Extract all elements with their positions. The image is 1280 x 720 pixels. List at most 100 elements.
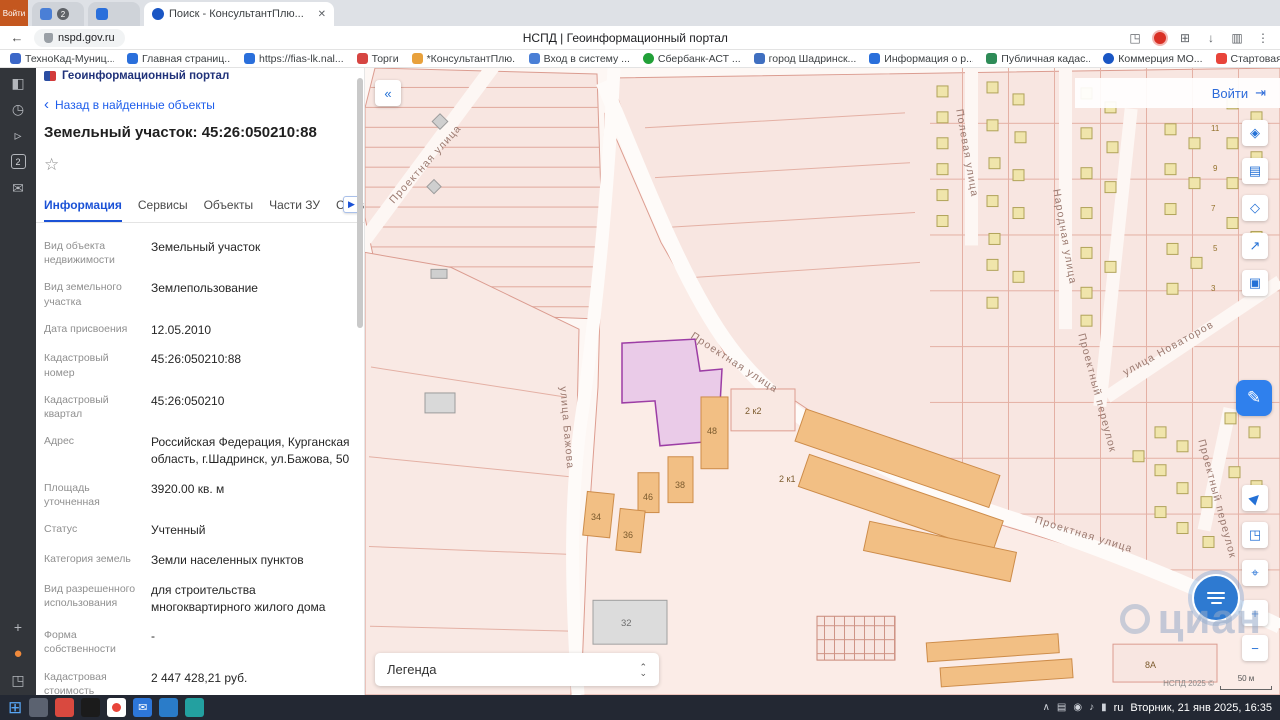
taskbar-app-icon[interactable]	[159, 698, 179, 717]
field-row: Кадастровая стоимость 2 447 428,21 руб.	[44, 670, 248, 695]
tray-volume-icon[interactable]: ♪	[1089, 702, 1094, 713]
tab-title: Поиск - КонсультантПлю...	[169, 8, 304, 20]
bookmark-item[interactable]: Информация о р...	[869, 53, 973, 65]
main-area: ◧ ◷ ▹ 2 ✉ + ● ◳ Геоинформационный портал…	[0, 68, 1280, 695]
bookmark-item[interactable]: Стартовая стран...	[1215, 53, 1280, 65]
browser-tab-active[interactable]: Поиск - КонсультантПлю... ✕	[144, 2, 334, 26]
login-button[interactable]: Войти	[1212, 86, 1248, 101]
field-row: Площадь уточненная 3920.00 кв. м	[44, 481, 225, 508]
house-number: 3	[1211, 284, 1216, 293]
taskbar-app-icon[interactable]	[55, 698, 75, 717]
taskbar-app-icon[interactable]: ✉	[133, 698, 153, 717]
ruler-icon[interactable]: ▤	[1242, 158, 1268, 184]
bookmark-favicon	[127, 53, 138, 64]
parcel-title: Земельный участок: 45:26:050210:88	[44, 124, 317, 141]
back-to-results-link[interactable]: ‹ Назад в найденные объекты	[44, 97, 356, 112]
profile-avatar[interactable]	[1152, 29, 1168, 46]
side-panel-icon[interactable]: ▥	[1228, 31, 1246, 45]
locate-icon[interactable]: ⌖	[1242, 560, 1268, 586]
bookmark-item[interactable]: Вход в систему ...	[528, 53, 630, 65]
taskbar-app-icon[interactable]	[29, 698, 49, 717]
panel-tabs: Информация Сервисы Объекты Части ЗУ Сост…	[36, 191, 364, 223]
mail-icon[interactable]: ✉	[12, 181, 24, 195]
add-icon[interactable]: +	[14, 620, 22, 634]
map-login-bar: Войти ⇥	[1075, 78, 1280, 108]
bookmark-favicon	[1215, 53, 1227, 64]
clock[interactable]: Вторник, 21 янв 2025, 16:35	[1130, 702, 1272, 714]
frame-select-icon[interactable]: ◳	[1242, 522, 1268, 548]
bookmark-favicon	[642, 53, 654, 64]
bookmark-favicon	[244, 53, 255, 64]
tab-favicon	[40, 8, 52, 20]
history-icon[interactable]: ◷	[12, 102, 24, 116]
panel-scrollbar[interactable]	[357, 78, 363, 328]
house-number: 2 к1	[779, 474, 796, 484]
house-number: 48	[707, 426, 718, 436]
browser-tab-2[interactable]	[88, 2, 140, 26]
taskbar-app-icon[interactable]	[81, 698, 101, 717]
map-canvas[interactable]: Проектная улица улица Бажова Проектная у…	[365, 68, 1280, 695]
browser-side-rail: ◧ ◷ ▹ 2 ✉ + ● ◳	[0, 68, 36, 695]
bookmark-item[interactable]: ТехноКад-Муниц...	[10, 53, 114, 65]
arrow-icon: ▶	[1245, 488, 1264, 507]
bookmark-item[interactable]: *КонсультантПлю...	[411, 53, 516, 65]
bookmark-item[interactable]: Сбербанк-АСТ ...	[642, 53, 741, 65]
house-number: 7	[1211, 204, 1216, 213]
tab-information[interactable]: Информация	[44, 191, 122, 222]
address-pill[interactable]: nspd.gov.ru	[34, 28, 125, 47]
extensions-icon[interactable]: ◳	[1126, 31, 1144, 45]
bookmarks-bar: ТехноКад-Муниц... Главная страниц... htt…	[0, 50, 1280, 68]
bookmark-item[interactable]: город Шадринск...	[753, 53, 856, 65]
back-icon[interactable]: ←	[8, 30, 26, 45]
system-tray: ∧ ▤ ◉ ♪ ▮ ru Вторник, 21 янв 2025, 16:35	[1043, 702, 1272, 714]
apps-grid-icon[interactable]: ⊞	[1176, 31, 1194, 45]
start-button-icon[interactable]: ⊞	[8, 699, 22, 716]
language-indicator[interactable]: ru	[1114, 702, 1124, 714]
bookmark-favicon	[986, 53, 998, 64]
draw-tool-icon[interactable]: ✎	[1236, 380, 1272, 416]
panel-toggle-icon[interactable]: ◧	[11, 76, 24, 90]
house-number: 8А	[1145, 660, 1157, 670]
favorite-star-icon[interactable]: ☆	[44, 155, 356, 175]
collapse-panel-icon[interactable]: «	[375, 80, 401, 106]
alice-icon[interactable]: ●	[13, 646, 22, 661]
counter-badge[interactable]: 2	[10, 154, 26, 169]
bookmark-item[interactable]: Коммерция МО...	[1103, 53, 1203, 65]
parcel-info-panel: Геоинформационный портал ‹ Назад в найде…	[36, 68, 365, 695]
field-row: Кадастровый номер 45:26:050210:88	[44, 352, 242, 379]
taskbar-app-icon[interactable]	[185, 698, 205, 717]
site-security-icon[interactable]	[44, 32, 53, 43]
tab-services[interactable]: Сервисы	[138, 191, 188, 222]
bookmark-item[interactable]: Главная страниц...	[127, 53, 231, 65]
legend-bar[interactable]: Легенда ⌃ ⌄	[375, 653, 659, 686]
tab-objects[interactable]: Объекты	[204, 191, 254, 222]
browser-profile-login[interactable]: Войти	[0, 0, 28, 26]
play-icon[interactable]: ▹	[14, 128, 21, 142]
browser-tab-strip: Войти 2 Поиск - КонсультантПлю... ✕	[0, 0, 1280, 26]
login-arrow-icon: ⇥	[1255, 85, 1266, 100]
tray-icon[interactable]: ▤	[1057, 702, 1066, 713]
print-icon[interactable]: ▣	[1242, 270, 1268, 296]
share-icon[interactable]: ↗	[1242, 233, 1268, 259]
taskbar-app-icon[interactable]	[107, 698, 127, 717]
browser-tab-1[interactable]: 2	[32, 2, 84, 26]
navigate-icon[interactable]: ▶	[1242, 485, 1268, 511]
measure-area-icon[interactable]: ◇	[1242, 195, 1268, 221]
map-copyright: НСПД 2025 ©	[1163, 679, 1214, 688]
tray-network-icon[interactable]: ◉	[1073, 702, 1082, 713]
bookmark-item[interactable]: Торги	[356, 53, 399, 65]
bookmark-item[interactable]: Публичная кадас...	[986, 53, 1090, 65]
scale-line	[1220, 686, 1272, 690]
layers-icon[interactable]: ◈	[1242, 120, 1268, 146]
field-row: Форма собственности -	[44, 629, 155, 656]
tab-close-icon[interactable]: ✕	[318, 9, 326, 20]
tab-favicon	[152, 8, 164, 20]
tray-battery-icon[interactable]: ▮	[1101, 702, 1107, 713]
download-icon[interactable]: ↓	[1202, 31, 1220, 45]
widgets-icon[interactable]: ◳	[11, 673, 24, 687]
bookmark-item[interactable]: https://fias-lk.nal...	[244, 53, 344, 65]
tray-expand-icon[interactable]: ∧	[1043, 702, 1050, 713]
house-number: 11	[1211, 124, 1220, 133]
browser-menu-icon[interactable]: ⋮	[1254, 31, 1272, 45]
tab-parts[interactable]: Части ЗУ	[269, 191, 320, 222]
